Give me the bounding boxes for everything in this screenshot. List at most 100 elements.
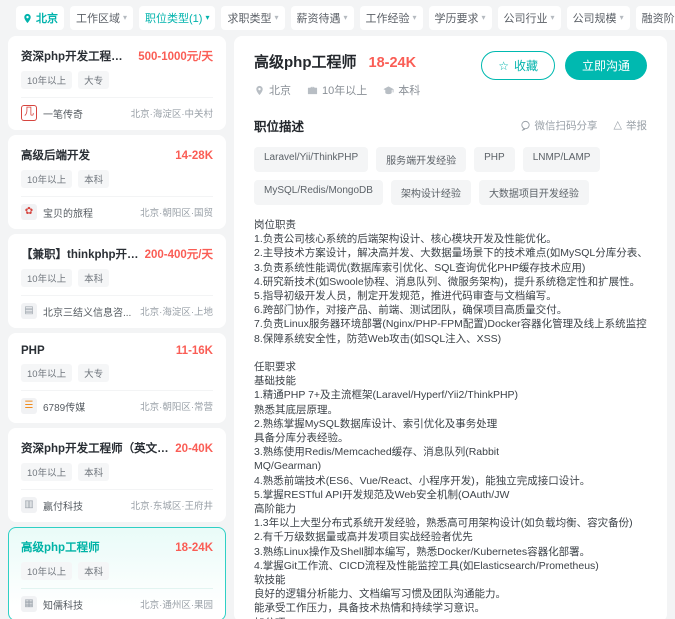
description-line: 3.熟练Linux操作及Shell脚本编写，熟悉Docker/Kubernete… [254, 545, 591, 558]
filter-chip-label: 工作区域 [76, 13, 120, 25]
education-tag: 本科 [78, 463, 110, 481]
company-logo-icon: ✿ [21, 204, 37, 220]
warning-triangle-icon: △ [613, 119, 622, 131]
company-name: 一笔传奇 [43, 109, 83, 121]
job-title: 资深php开发工程师（兼... [21, 51, 133, 63]
wechat-share-button[interactable]: 微信扫码分享 [520, 118, 598, 133]
detail-meta: 北京 10年以上 本科 [254, 82, 481, 98]
filter-chip-label: 公司行业 [503, 13, 548, 25]
job-salary: 18-24K [175, 542, 213, 554]
job-salary: 20-40K [175, 443, 213, 455]
main-content: 资深php开发工程师（兼... 500-1000元/天 10年以上 大专 几 一… [0, 34, 675, 619]
job-card[interactable]: 资深php开发工程师（兼... 500-1000元/天 10年以上 大专 几 一… [8, 36, 226, 130]
experience-tag: 10年以上 [21, 562, 73, 580]
graduation-cap-icon [383, 85, 394, 94]
filter-chip[interactable]: 求职类型 ▾ [221, 6, 285, 30]
description-line: 4.熟悉前端技术(ES6、Vue/React、小程序开发)，能独立完成接口设计。 [254, 474, 591, 487]
job-tags: 10年以上 大专 [21, 71, 213, 89]
job-title: 高级后端开发 [21, 150, 90, 162]
chevron-down-icon: ▾ [619, 13, 624, 22]
filter-chip[interactable]: 学历要求 ▾ [428, 6, 492, 30]
education-tag: 本科 [78, 170, 110, 188]
company-logo-icon: ☰ [21, 398, 37, 414]
description-line: 3.负责系统性能调优(数据库索引优化、SQL查询优化PHP缓存技术应用) [254, 261, 586, 274]
company-logo-icon: ▥ [21, 497, 37, 513]
job-salary: 14-28K [175, 150, 213, 162]
filter-chip[interactable]: 薪资待遇 ▾ [290, 6, 354, 30]
description-line: 4.掌握Git工作流、CICD流程及性能监控工具(如Elasticsearch/… [254, 559, 599, 572]
description-line: 任职要求 [254, 361, 296, 374]
chevron-down-icon: ▾ [412, 13, 417, 22]
description-line: 2.主导技术方案设计，解决高并发、大数据量场景下的技术难点(如MySQL分库分表… [254, 247, 647, 260]
wechat-scan-icon [520, 120, 530, 131]
job-card[interactable]: PHP 11-16K 10年以上 大专 ☰ 6789传媒 北京·朝阳区·常营 [8, 333, 226, 423]
company-logo-icon: ▤ [21, 303, 37, 319]
job-card[interactable]: 高级后端开发 14-28K 10年以上 本科 ✿ 宝贝的旅程 北京·朝阳区·国贸 [8, 135, 226, 229]
description-line: 5.掌握RESTful API开发规范及Web安全机制(OAuth/JW [254, 488, 510, 501]
filter-chip-group: 工作区域 ▾ 职位类型(1) ▾ 求职类型 ▾ 薪资待遇 ▾ 工作经验 ▾ 学历… [70, 6, 675, 30]
description-line: 高阶能力 [254, 503, 296, 516]
star-icon: ☆ [498, 58, 509, 73]
filter-chip[interactable]: 职位类型(1) ▾ [139, 6, 216, 30]
description-line: 1.3年以上大型分布式系统开发经验，熟悉高可用架构设计(如负载均衡、容灾备份) [254, 517, 633, 530]
section-title: 职位描述 [254, 120, 305, 134]
favorite-button[interactable]: ☆ 收藏 [481, 51, 555, 80]
chevron-down-icon: ▾ [550, 13, 555, 22]
report-button[interactable]: △ 举报 [614, 118, 647, 133]
experience-tag: 10年以上 [21, 463, 73, 481]
job-tags: 10年以上 本科 [21, 562, 213, 580]
company-logo-icon: 几 [21, 105, 37, 121]
chat-now-button[interactable]: 立即沟通 [564, 51, 647, 80]
filter-chip[interactable]: 工作经验 ▾ [359, 6, 423, 30]
job-card[interactable]: 高级php工程师 18-24K 10年以上 本科 ▦ 知儒科技 北京·通州区·果… [8, 527, 226, 619]
company-name: 知儒科技 [43, 600, 83, 612]
filter-chip-label: 融资阶段 [641, 13, 675, 25]
description-line: 具备分库分表经验。 [254, 432, 349, 445]
experience-tag: 10年以上 [21, 71, 73, 89]
description-line: 1.精通PHP 7+及主流框架(Laravel/Hyperf/Yii2/Thin… [254, 389, 519, 402]
job-card[interactable]: 资深php开发工程师（英文熟练） 20-40K 10年以上 本科 ▥ 赢付科技 … [8, 428, 226, 522]
company-name: 赢付科技 [43, 501, 83, 513]
job-tags: 10年以上 本科 [21, 269, 213, 287]
job-location: 北京·朝阳区·国贸 [140, 208, 213, 219]
city-filter-label: 北京 [36, 13, 58, 25]
job-location: 北京·海淀区·上地 [140, 307, 213, 318]
job-tags: 10年以上 本科 [21, 463, 213, 481]
experience-tag: 10年以上 [21, 170, 73, 188]
city-filter[interactable]: 北京 [16, 6, 64, 30]
job-tags: 10年以上 大专 [21, 364, 213, 382]
filter-chip-label: 求职类型 [227, 13, 272, 25]
job-location: 北京·朝阳区·常营 [140, 402, 213, 413]
filter-chip[interactable]: 公司规模 ▾ [566, 6, 630, 30]
location-pin-icon [256, 85, 263, 95]
skill-tag: MySQL/Redis/MongoDB [254, 180, 383, 205]
skill-tag: Laravel/Yii/ThinkPHP [254, 147, 369, 172]
filter-chip-label: 学历要求 [434, 13, 479, 25]
education-tag: 本科 [78, 269, 110, 287]
filter-chip[interactable]: 工作区域 ▾ [70, 6, 134, 30]
job-detail-panel: 高级php工程师 18-24K 北京 10年以上 本科 ☆ 收藏 立即沟通 职位… [234, 36, 667, 619]
job-salary: 500-1000元/天 [138, 51, 213, 63]
filter-chip-label: 薪资待遇 [296, 13, 341, 25]
company-name: 宝贝的旅程 [43, 208, 93, 220]
job-location: 北京·东城区·王府井 [130, 501, 213, 512]
description-line: 6.跨部门协作，对接产品、前端、测试团队，确保项目高质量交付。 [254, 304, 568, 317]
filter-chip[interactable]: 融资阶段 ▾ [635, 6, 675, 30]
description-line: 2.熟练掌握MySQL数据库设计、索引优化及事务处理 [254, 417, 498, 430]
job-card[interactable]: 【兼职】thinkphp开发工... 200-400元/天 10年以上 本科 ▤… [8, 234, 226, 328]
education-tag: 本科 [78, 562, 110, 580]
description-line: 岗位职责 [254, 219, 296, 231]
filter-chip-label: 公司规模 [572, 13, 617, 25]
description-line: 良好的逻辑分析能力、文档编写习惯及团队沟通能力。 [254, 588, 506, 601]
description-line: 1.负责公司核心系统的后端架构设计、核心模块开发及性能优化。 [254, 233, 557, 246]
description-line: 能承受工作压力，具备技术热情和持续学习意识。 [254, 602, 485, 615]
skill-tag: 大数据项目开发经验 [478, 180, 589, 205]
skill-tag: LNMP/LAMP [522, 147, 601, 172]
location-pin-icon [24, 13, 31, 23]
chevron-down-icon: ▾ [123, 13, 128, 22]
chevron-down-icon: ▾ [343, 13, 348, 22]
filter-chip[interactable]: 公司行业 ▾ [497, 6, 561, 30]
filter-bar: 北京 工作区域 ▾ 职位类型(1) ▾ 求职类型 ▾ 薪资待遇 ▾ 工作经验 ▾… [0, 0, 675, 34]
description-line: 熟悉其底层原理。 [254, 403, 338, 416]
education-tag: 大专 [78, 71, 110, 89]
